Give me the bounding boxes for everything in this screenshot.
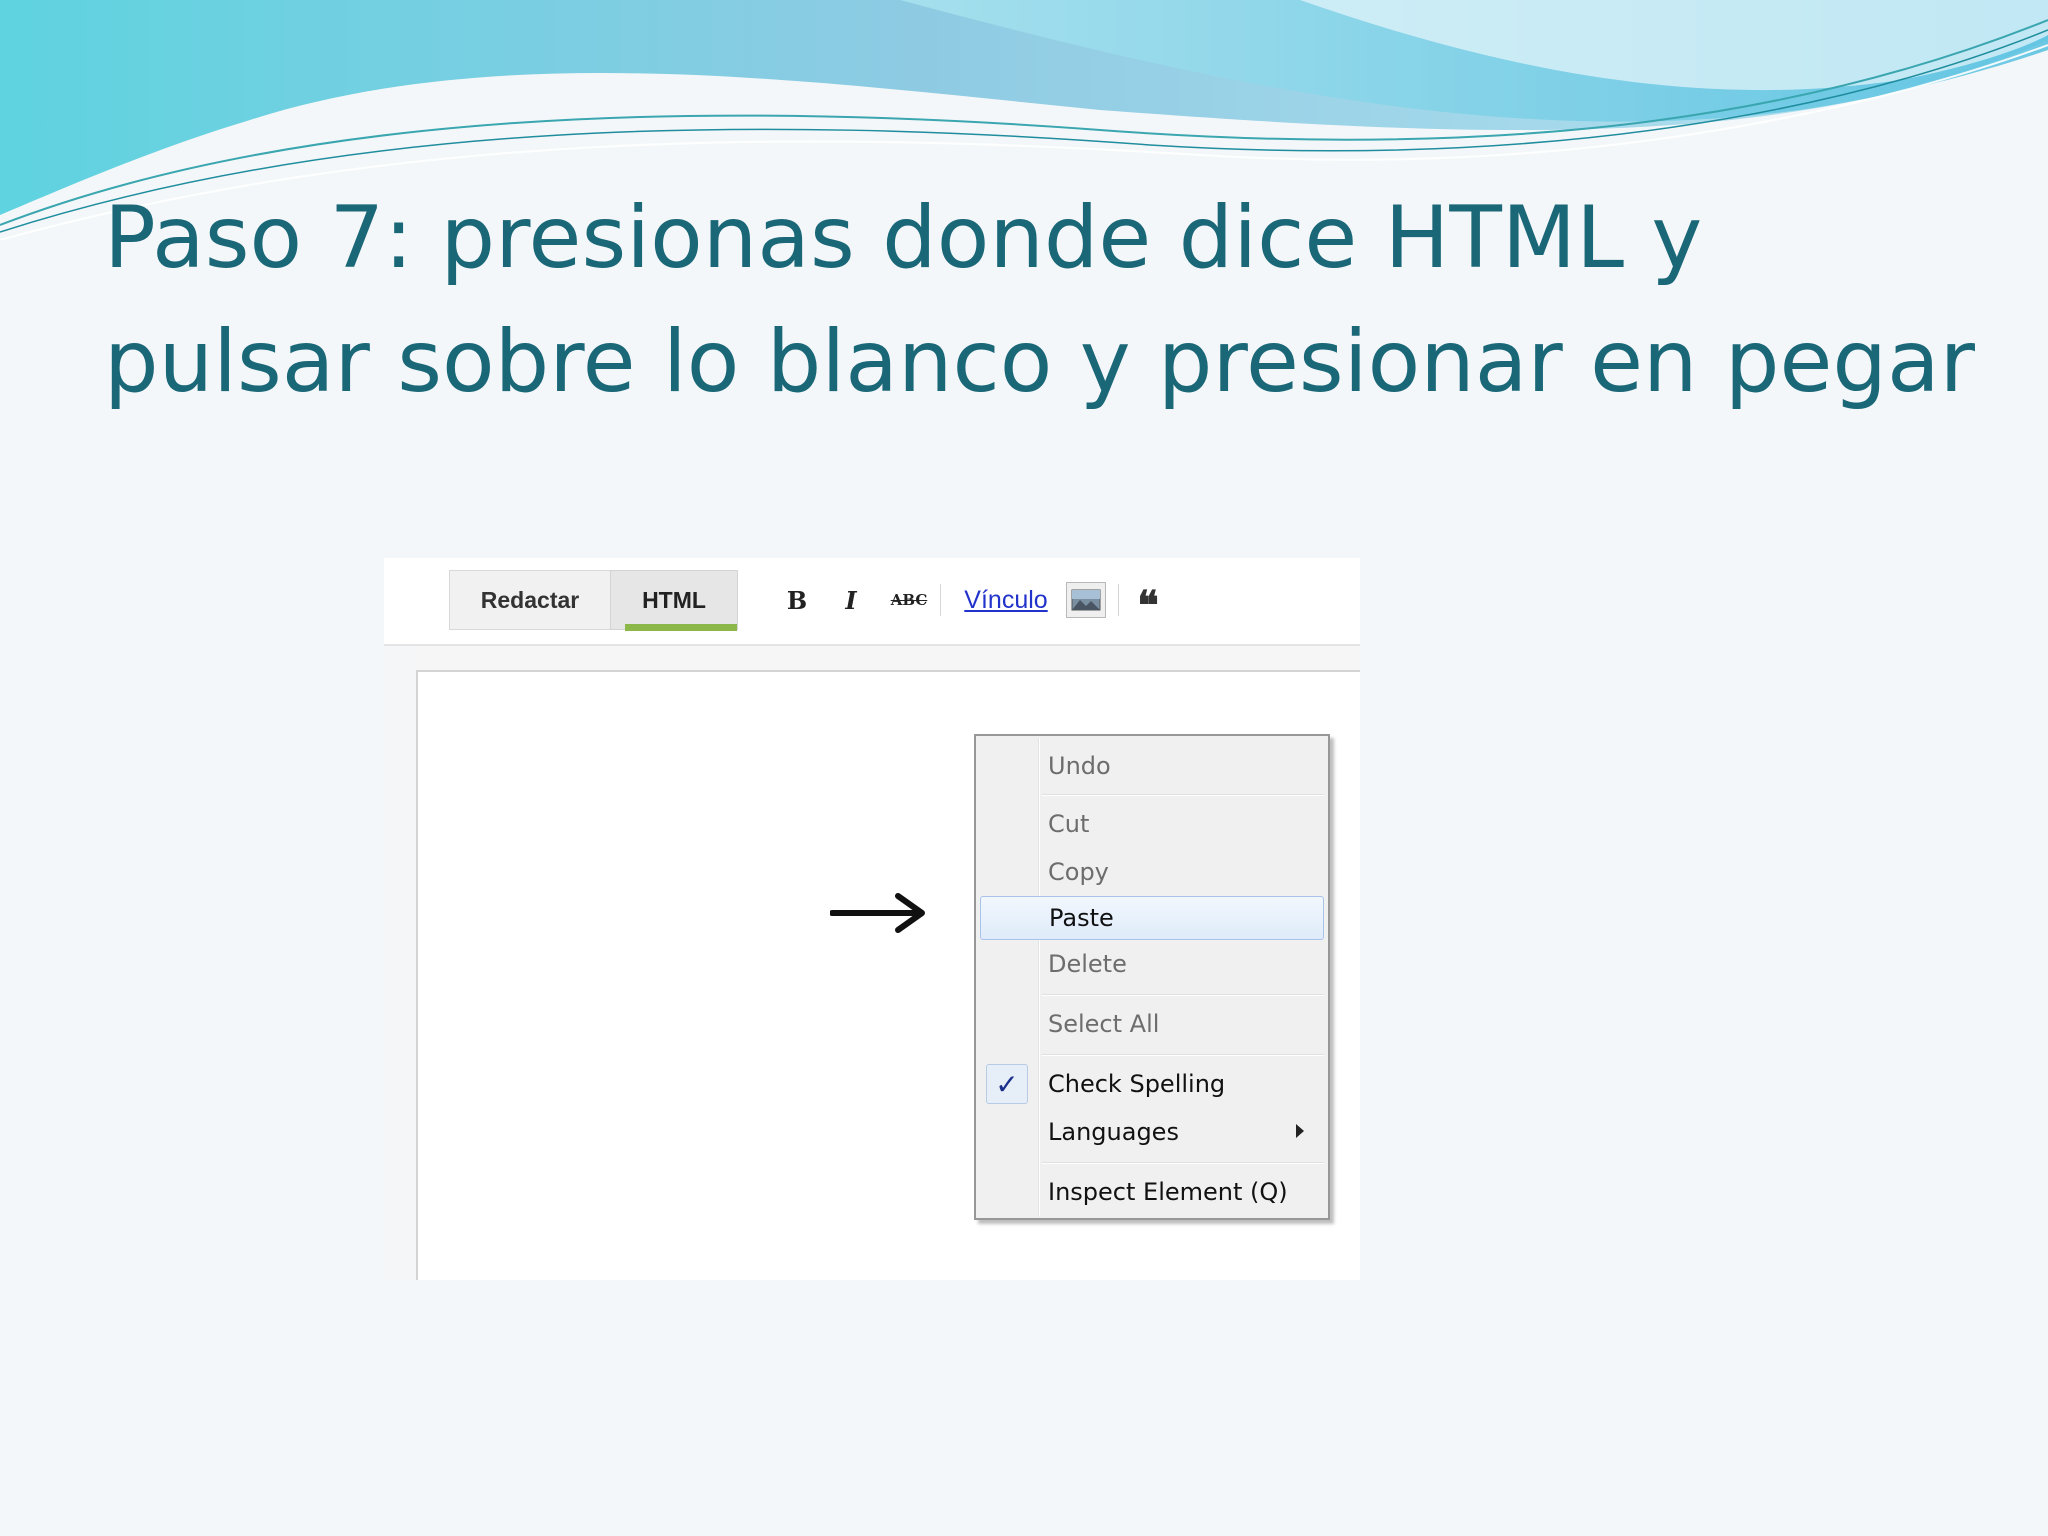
context-menu: Undo Cut Copy Paste Delete Select All ✓ … [974,734,1330,1220]
menu-separator [1042,994,1324,996]
menu-item-label: Cut [1048,810,1090,838]
menu-item-label: Undo [1048,752,1111,780]
tab-html-label: HTML [642,586,706,613]
strikethrough-button[interactable]: ABC [884,582,934,618]
submenu-arrow-icon [1296,1124,1304,1138]
menu-separator [1042,1054,1324,1056]
menu-separator [1042,794,1324,796]
italic-button[interactable]: I [836,582,866,618]
menu-item-check-spelling[interactable]: ✓ Check Spelling [980,1062,1324,1106]
tab-redactar[interactable]: Redactar [449,570,611,630]
bold-button[interactable]: B [782,582,812,618]
editor-top-gap [416,646,1360,670]
link-button[interactable]: Vínculo [956,582,1056,618]
tab-html[interactable]: HTML [610,570,738,631]
menu-item-label: Check Spelling [1048,1070,1226,1098]
toolbar-separator [940,584,941,616]
menu-item-languages[interactable]: Languages [980,1110,1324,1154]
right-arrow-icon [830,893,925,933]
menu-item-label: Delete [1048,950,1127,978]
image-icon [1071,589,1101,611]
editor-toolbar: Redactar HTML B I ABC Vínculo ❝ [384,558,1360,646]
menu-item-label: Copy [1048,858,1109,886]
menu-separator [1042,1162,1324,1164]
menu-item-label: Select All [1048,1010,1160,1038]
menu-item-inspect-element[interactable]: Inspect Element (Q) [980,1170,1324,1214]
menu-item-delete[interactable]: Delete [980,942,1324,986]
toolbar-separator [1118,584,1119,616]
active-tab-indicator [625,624,737,631]
menu-item-label: Inspect Element (Q) [1048,1178,1288,1206]
menu-item-cut[interactable]: Cut [980,802,1324,846]
menu-item-undo[interactable]: Undo [980,744,1324,788]
menu-item-label: Paste [1049,904,1114,932]
menu-item-select-all[interactable]: Select All [980,1002,1324,1046]
quote-icon[interactable]: ❝ [1128,582,1168,626]
insert-image-button[interactable] [1066,582,1106,618]
menu-item-paste[interactable]: Paste [980,896,1324,940]
check-icon: ✓ [986,1064,1028,1104]
slide-title: Paso 7: presionas donde dice HTML y puls… [104,188,1976,412]
menu-item-label: Languages [1048,1118,1179,1146]
editor-left-margin [384,646,416,1280]
menu-item-copy[interactable]: Copy [980,850,1324,894]
